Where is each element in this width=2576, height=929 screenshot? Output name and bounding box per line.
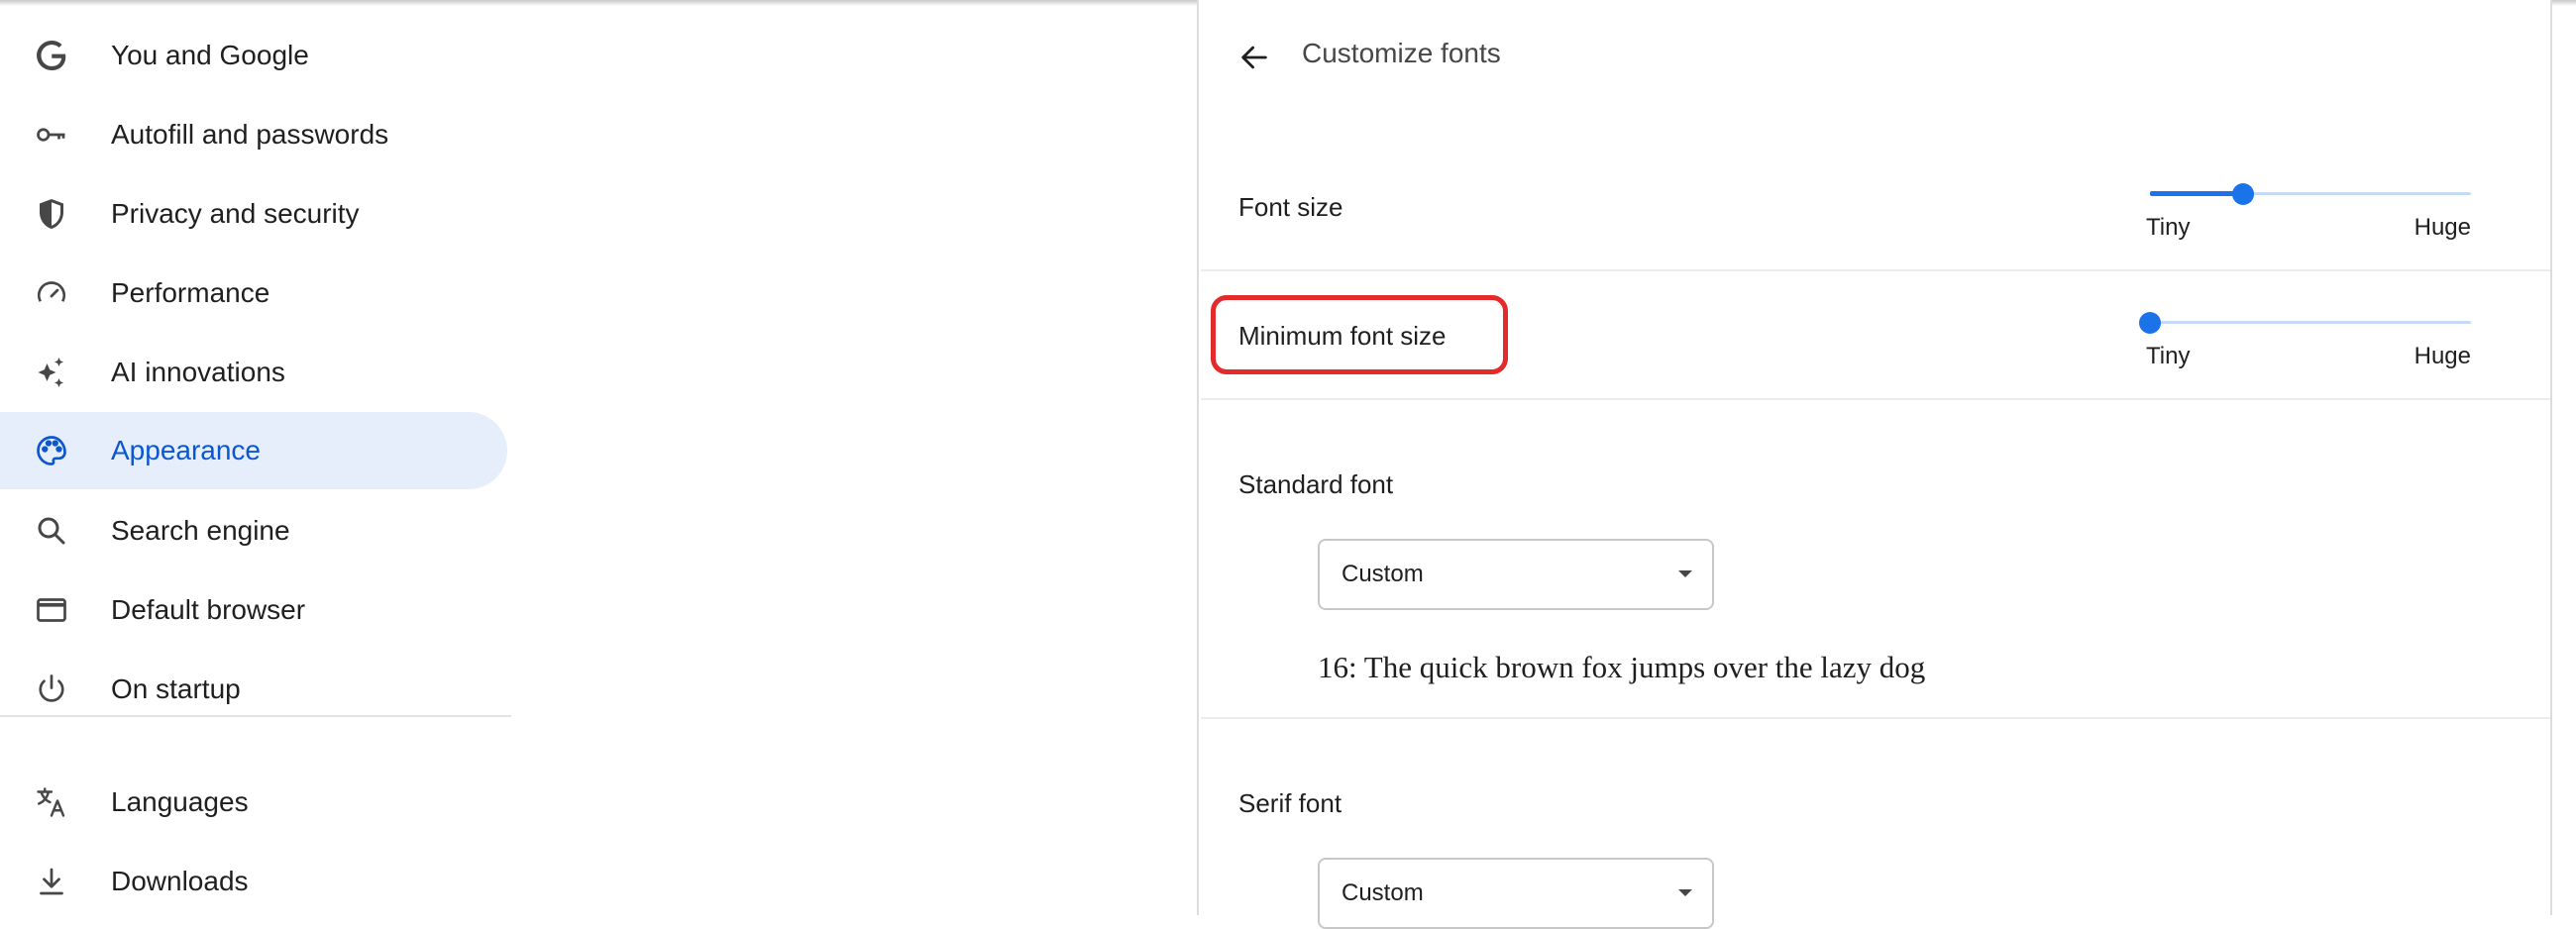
browser-window-icon (32, 590, 71, 630)
select-value: Custom (1342, 879, 1424, 906)
standard-font-sample: 16: The quick brown fox jumps over the l… (1318, 650, 1926, 684)
row-separator (1201, 269, 2550, 271)
sidebar-item-label: Appearance (111, 435, 262, 465)
sidebar-item-label: On startup (111, 673, 241, 704)
font-size-label: Font size (1238, 192, 1343, 222)
slider-max-label: Huge (2414, 343, 2471, 369)
select-value: Custom (1342, 561, 1424, 587)
slider-min-label: Tiny (2146, 214, 2191, 241)
key-icon (32, 115, 71, 155)
sidebar-item-appearance[interactable]: Appearance (0, 412, 507, 489)
palette-icon (32, 431, 71, 470)
sidebar-item-you-and-google[interactable]: You and Google (0, 17, 507, 94)
sidebar-item-search-engine[interactable]: Search engine (0, 492, 507, 569)
sidebar-item-languages[interactable]: Languages (0, 764, 507, 841)
sidebar-item-label: AI innovations (111, 357, 285, 387)
shield-icon (32, 194, 71, 234)
sidebar-item-privacy[interactable]: Privacy and security (0, 175, 507, 253)
minimum-font-size-slider[interactable]: Tiny Huge (2139, 301, 2475, 390)
sidebar-item-performance[interactable]: Performance (0, 255, 507, 332)
sidebar-divider (0, 715, 511, 717)
download-icon (32, 862, 71, 901)
speedometer-icon (32, 273, 71, 313)
sidebar-item-label: You and Google (111, 40, 309, 70)
back-button[interactable] (1229, 32, 1280, 83)
customize-fonts-card: Customize fonts Font size Tiny Huge Mini… (1197, 0, 2552, 929)
google-icon (32, 36, 71, 75)
sidebar-item-label: Performance (111, 277, 270, 308)
serif-font-heading: Serif font (1238, 788, 1342, 818)
search-icon (32, 511, 71, 551)
dropdown-arrow-icon (1678, 889, 1692, 896)
sparkle-icon (32, 353, 71, 392)
sidebar-item-autofill[interactable]: Autofill and passwords (0, 96, 507, 173)
standard-font-select[interactable]: Custom (1318, 539, 1714, 610)
sidebar-item-label: Default browser (111, 594, 306, 625)
arrow-back-icon (1241, 46, 1267, 69)
translate-icon (32, 782, 71, 822)
sidebar-item-label: Downloads (111, 866, 249, 896)
slider-fill (2150, 191, 2243, 196)
slider-thumb[interactable] (2231, 183, 2254, 205)
slider-thumb[interactable] (2139, 312, 2161, 334)
settings-sidebar: You and Google Autofill and passwords Pr… (0, 0, 515, 915)
standard-font-heading: Standard font (1238, 469, 1394, 499)
sidebar-item-label: Autofill and passwords (111, 119, 389, 150)
slider-min-label: Tiny (2146, 343, 2191, 369)
power-icon (32, 670, 71, 709)
sidebar-item-label: Languages (111, 786, 249, 817)
sidebar-item-label: Privacy and security (111, 198, 360, 229)
sidebar-item-default-browser[interactable]: Default browser (0, 571, 507, 649)
slider-max-label: Huge (2414, 214, 2471, 241)
row-separator (1201, 717, 2550, 719)
sidebar-item-label: Search engine (111, 515, 290, 546)
row-separator (1201, 398, 2550, 400)
page-title: Customize fonts (1302, 38, 1501, 68)
slider-track (2150, 321, 2471, 324)
dropdown-arrow-icon (1678, 570, 1692, 577)
sidebar-item-ai-innovations[interactable]: AI innovations (0, 334, 507, 411)
minimum-font-size-label: Minimum font size (1238, 321, 1447, 351)
sidebar-item-downloads[interactable]: Downloads (0, 843, 507, 920)
font-size-slider[interactable]: Tiny Huge (2142, 172, 2475, 261)
serif-font-select[interactable]: Custom (1318, 858, 1714, 929)
